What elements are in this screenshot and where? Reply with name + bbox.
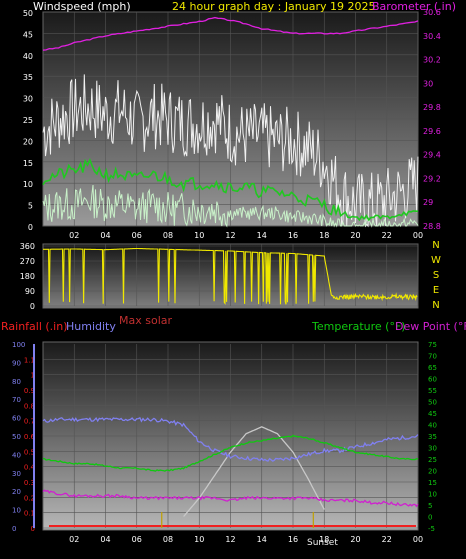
temp-x-tick-label: 06 <box>132 535 142 544</box>
barometer-tick-label: 29 <box>423 198 433 207</box>
weather-chart-svg: 0510152025303540455028.82929.229.429.629… <box>0 0 466 555</box>
wind-tick-label: 5 <box>28 202 33 211</box>
humidity-tick-label: 30 <box>12 470 21 478</box>
temperature-tick-label: 75 <box>428 341 437 349</box>
humidity-tick-label: 40 <box>12 451 21 459</box>
wind-x-tick-label: 18 <box>319 231 329 240</box>
direction-tick-label: 360 <box>20 242 35 251</box>
humidity-axis-label: Humidity <box>66 320 116 333</box>
compass-label: N <box>432 300 439 311</box>
rainfall-axis-label: Rainfall (.in) <box>1 320 68 333</box>
wind-x-tick-label: 00 <box>413 231 423 240</box>
temp-x-tick-label: 16 <box>288 535 298 544</box>
temperature-tick-label: 60 <box>428 376 437 384</box>
weather-graph: 0 5 10 15 20 25 30 35 40 45 50 28.8 29 29.2 29.4 29.6 29… <box>0 0 466 555</box>
temp-x-tick-label: 12 <box>225 535 235 544</box>
barometer-tick-label: 29.2 <box>423 174 441 183</box>
temperature-axis-label: Temperature (°F) <box>311 320 406 333</box>
barometer-axis-label: Barometer (.in) <box>372 0 456 13</box>
chart-title: 24 hour graph day : January 19 2025 <box>172 0 376 13</box>
humidity-tick-label: 60 <box>12 415 21 423</box>
temperature-tick-label: 45 <box>428 410 437 418</box>
wind-x-tick-label: 04 <box>100 231 110 240</box>
wind-axis-label: Windspeed (mph) <box>33 0 131 13</box>
direction-tick-label: 0 <box>30 302 35 311</box>
barometer-tick-label: 30 <box>423 79 433 88</box>
wind-tick-label: 15 <box>23 159 33 168</box>
temp-x-tick-label: 00 <box>413 535 423 544</box>
compass-label: S <box>433 270 439 281</box>
sunset-label: Sunset <box>307 538 338 548</box>
wind-x-tick-label: 02 <box>69 231 79 240</box>
temp-x-tick-label: 14 <box>257 535 267 544</box>
wind-tick-label: 35 <box>23 73 33 82</box>
temperature-tick-label: 20 <box>428 468 437 476</box>
temperature-tick-label: 40 <box>428 422 437 430</box>
wind-x-tick-label: 20 <box>350 231 360 240</box>
wind-x-tick-label: 22 <box>382 231 392 240</box>
wind-x-tick-label: 08 <box>163 231 173 240</box>
max-solar-label: Max solar <box>119 314 172 327</box>
wind-tick-label: 30 <box>23 95 33 104</box>
temperature-tick-label: 0 <box>428 514 432 522</box>
compass-label: N <box>432 240 439 251</box>
wind-tick-label: 10 <box>23 180 33 189</box>
wind-x-tick-label: 06 <box>132 231 142 240</box>
wind-x-tick-label: 16 <box>288 231 298 240</box>
humidity-tick-label: 10 <box>12 507 21 515</box>
wind-x-tick-label: 12 <box>225 231 235 240</box>
temp-x-tick-label: 02 <box>69 535 79 544</box>
barometer-tick-label: 29.4 <box>423 151 441 160</box>
wind-tick-label: 25 <box>23 116 33 125</box>
temperature-tick-label: 15 <box>428 479 437 487</box>
wind-x-tick-label: 14 <box>257 231 267 240</box>
humidity-tick-label: 90 <box>12 359 21 367</box>
wind-tick-label: 20 <box>23 137 33 146</box>
humidity-tick-label: 100 <box>12 341 25 349</box>
temp-x-tick-label: 22 <box>382 535 392 544</box>
temperature-tick-label: 55 <box>428 387 437 395</box>
temperature-tick-label: 30 <box>428 445 437 453</box>
barometer-tick-label: 28.8 <box>423 222 441 231</box>
wind-tick-label: 40 <box>23 52 33 61</box>
wind-tick-label: 45 <box>23 30 33 39</box>
direction-tick-label: 90 <box>25 287 35 296</box>
humidity-tick-label: 0 <box>12 525 16 533</box>
compass-label: E <box>433 285 439 296</box>
direction-tick-label: 180 <box>20 272 35 281</box>
temp-x-tick-label: 20 <box>350 535 360 544</box>
dewpoint-axis-label: Dew Point (°F) <box>395 320 466 333</box>
barometer-tick-label: 30.4 <box>423 32 441 41</box>
temp-x-tick-label: 08 <box>163 535 173 544</box>
wind-x-tick-label: 10 <box>194 231 204 240</box>
wind-tick-label: 0 <box>28 223 33 232</box>
temperature-tick-label: 65 <box>428 364 437 372</box>
humidity-tick-label: 50 <box>12 433 21 441</box>
humidity-tick-label: 70 <box>12 396 21 404</box>
humidity-tick-label: 20 <box>12 488 21 496</box>
temperature-tick-label: 70 <box>428 353 437 361</box>
wind-tick-label: 50 <box>23 9 33 18</box>
temperature-tick-label: 5 <box>428 502 432 510</box>
humidity-tick-label: 80 <box>12 378 21 386</box>
temperature-tick-label: -5 <box>428 525 435 533</box>
barometer-tick-label: 29.8 <box>423 103 441 112</box>
compass-label: W <box>431 255 441 266</box>
direction-tick-label: 270 <box>20 257 35 266</box>
barometer-tick-label: 29.6 <box>423 127 441 136</box>
temperature-tick-label: 25 <box>428 456 437 464</box>
temp-x-tick-label: 10 <box>194 535 204 544</box>
temperature-tick-label: 10 <box>428 491 437 499</box>
temp-x-tick-label: 04 <box>100 535 110 544</box>
temperature-tick-label: 35 <box>428 433 437 441</box>
temperature-tick-label: 50 <box>428 399 437 407</box>
barometer-tick-label: 30.2 <box>423 56 441 65</box>
